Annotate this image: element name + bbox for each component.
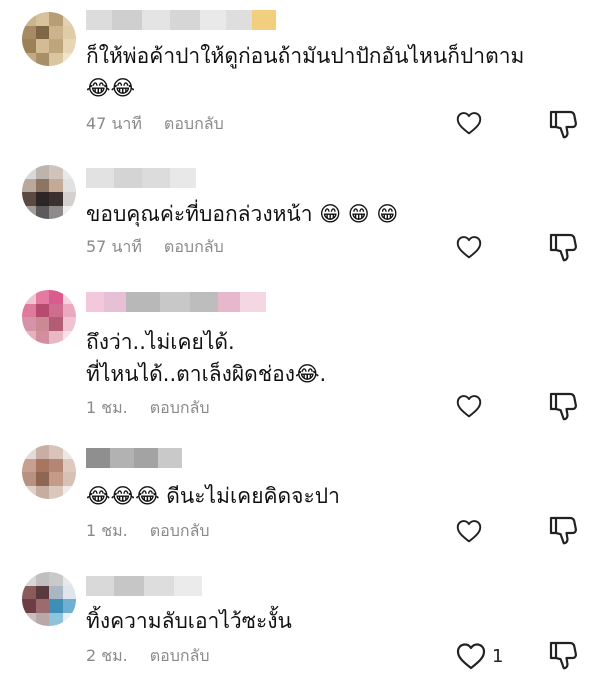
heart-outline-icon	[456, 112, 482, 135]
comment-line-1: ก็ให้พ่อค้าปาให้ดูก่อนถ้ามันปาปักอันไหนก…	[86, 44, 525, 68]
like-button[interactable]	[456, 108, 488, 138]
reply-button[interactable]: ตอบกลับ	[150, 519, 210, 544]
like-button[interactable]	[456, 232, 488, 262]
heart-outline-icon	[456, 236, 482, 259]
timestamp: 1 ชม.	[86, 520, 128, 540]
dislike-button[interactable]	[548, 514, 580, 546]
like-button[interactable]: 1	[456, 641, 516, 671]
comment-meta: 2 ชม. ตอบกลับ	[86, 645, 210, 667]
username-blurred[interactable]	[86, 448, 182, 468]
comment-meta: 1 ชม. ตอบกลับ	[86, 520, 210, 542]
username-blurred[interactable]	[86, 10, 276, 30]
username-blurred[interactable]	[86, 292, 266, 312]
comment-text: ทิ้งความลับเอาไว้ซะงั้น	[86, 605, 586, 637]
dislike-button[interactable]	[548, 390, 580, 422]
dislike-button[interactable]	[548, 639, 580, 671]
comment-line-2: 😂😂	[86, 76, 136, 100]
timestamp: 1 ชม.	[86, 397, 128, 417]
comment-meta: 57 นาที ตอบกลับ	[86, 236, 224, 258]
reply-button[interactable]: ตอบกลับ	[164, 112, 224, 137]
comment-text: ถึงว่า..ไม่เคยได้. ที่ไหนได้..ตาเล็งผิดช…	[86, 326, 586, 390]
reply-button[interactable]: ตอบกลับ	[150, 644, 210, 669]
thumbs-down-outline-icon	[549, 641, 577, 670]
comment-meta: 47 นาที ตอบกลับ	[86, 113, 224, 135]
thumbs-down-outline-icon	[549, 110, 577, 139]
like-button[interactable]	[456, 391, 488, 421]
comment-text: ขอบคุณค่ะที่บอกล่วงหน้า 😁 😁 😁	[86, 198, 586, 230]
avatar[interactable]	[22, 165, 76, 219]
dislike-button[interactable]	[548, 231, 580, 263]
thumbs-down-outline-icon	[549, 392, 577, 421]
username-blurred[interactable]	[86, 576, 202, 596]
heart-outline-icon	[456, 395, 482, 418]
reply-button[interactable]: ตอบกลับ	[150, 396, 210, 421]
heart-outline-icon	[456, 643, 486, 670]
comment-line-1: ขอบคุณค่ะที่บอกล่วงหน้า 😁 😁 😁	[86, 202, 399, 226]
comment-text: ก็ให้พ่อค้าปาให้ดูก่อนถ้ามันปาปักอันไหนก…	[86, 40, 586, 104]
avatar[interactable]	[22, 290, 76, 344]
comment-text: 😂😂😂 ดีนะไม่เคยคิดจะปา	[86, 480, 586, 512]
heart-outline-icon	[456, 520, 482, 543]
avatar[interactable]	[22, 445, 76, 499]
timestamp: 57 นาที	[86, 236, 142, 256]
thumbs-down-outline-icon	[549, 233, 577, 262]
like-count: 1	[492, 645, 504, 667]
avatar[interactable]	[22, 12, 76, 66]
comment-line-2: ที่ไหนได้..ตาเล็งผิดช่อง😂.	[86, 362, 327, 386]
comment-meta: 1 ชม. ตอบกลับ	[86, 397, 210, 419]
timestamp: 2 ชม.	[86, 645, 128, 665]
comment-line-1: ถึงว่า..ไม่เคยได้.	[86, 330, 235, 354]
thumbs-down-outline-icon	[549, 516, 577, 545]
timestamp: 47 นาที	[86, 113, 142, 133]
reply-button[interactable]: ตอบกลับ	[164, 235, 224, 260]
like-button[interactable]	[456, 516, 488, 546]
comment-line-1: ทิ้งความลับเอาไว้ซะงั้น	[86, 609, 292, 633]
dislike-button[interactable]	[548, 108, 580, 140]
avatar[interactable]	[22, 572, 76, 626]
comment-line-1: 😂😂😂 ดีนะไม่เคยคิดจะปา	[86, 484, 340, 508]
username-blurred[interactable]	[86, 168, 196, 188]
